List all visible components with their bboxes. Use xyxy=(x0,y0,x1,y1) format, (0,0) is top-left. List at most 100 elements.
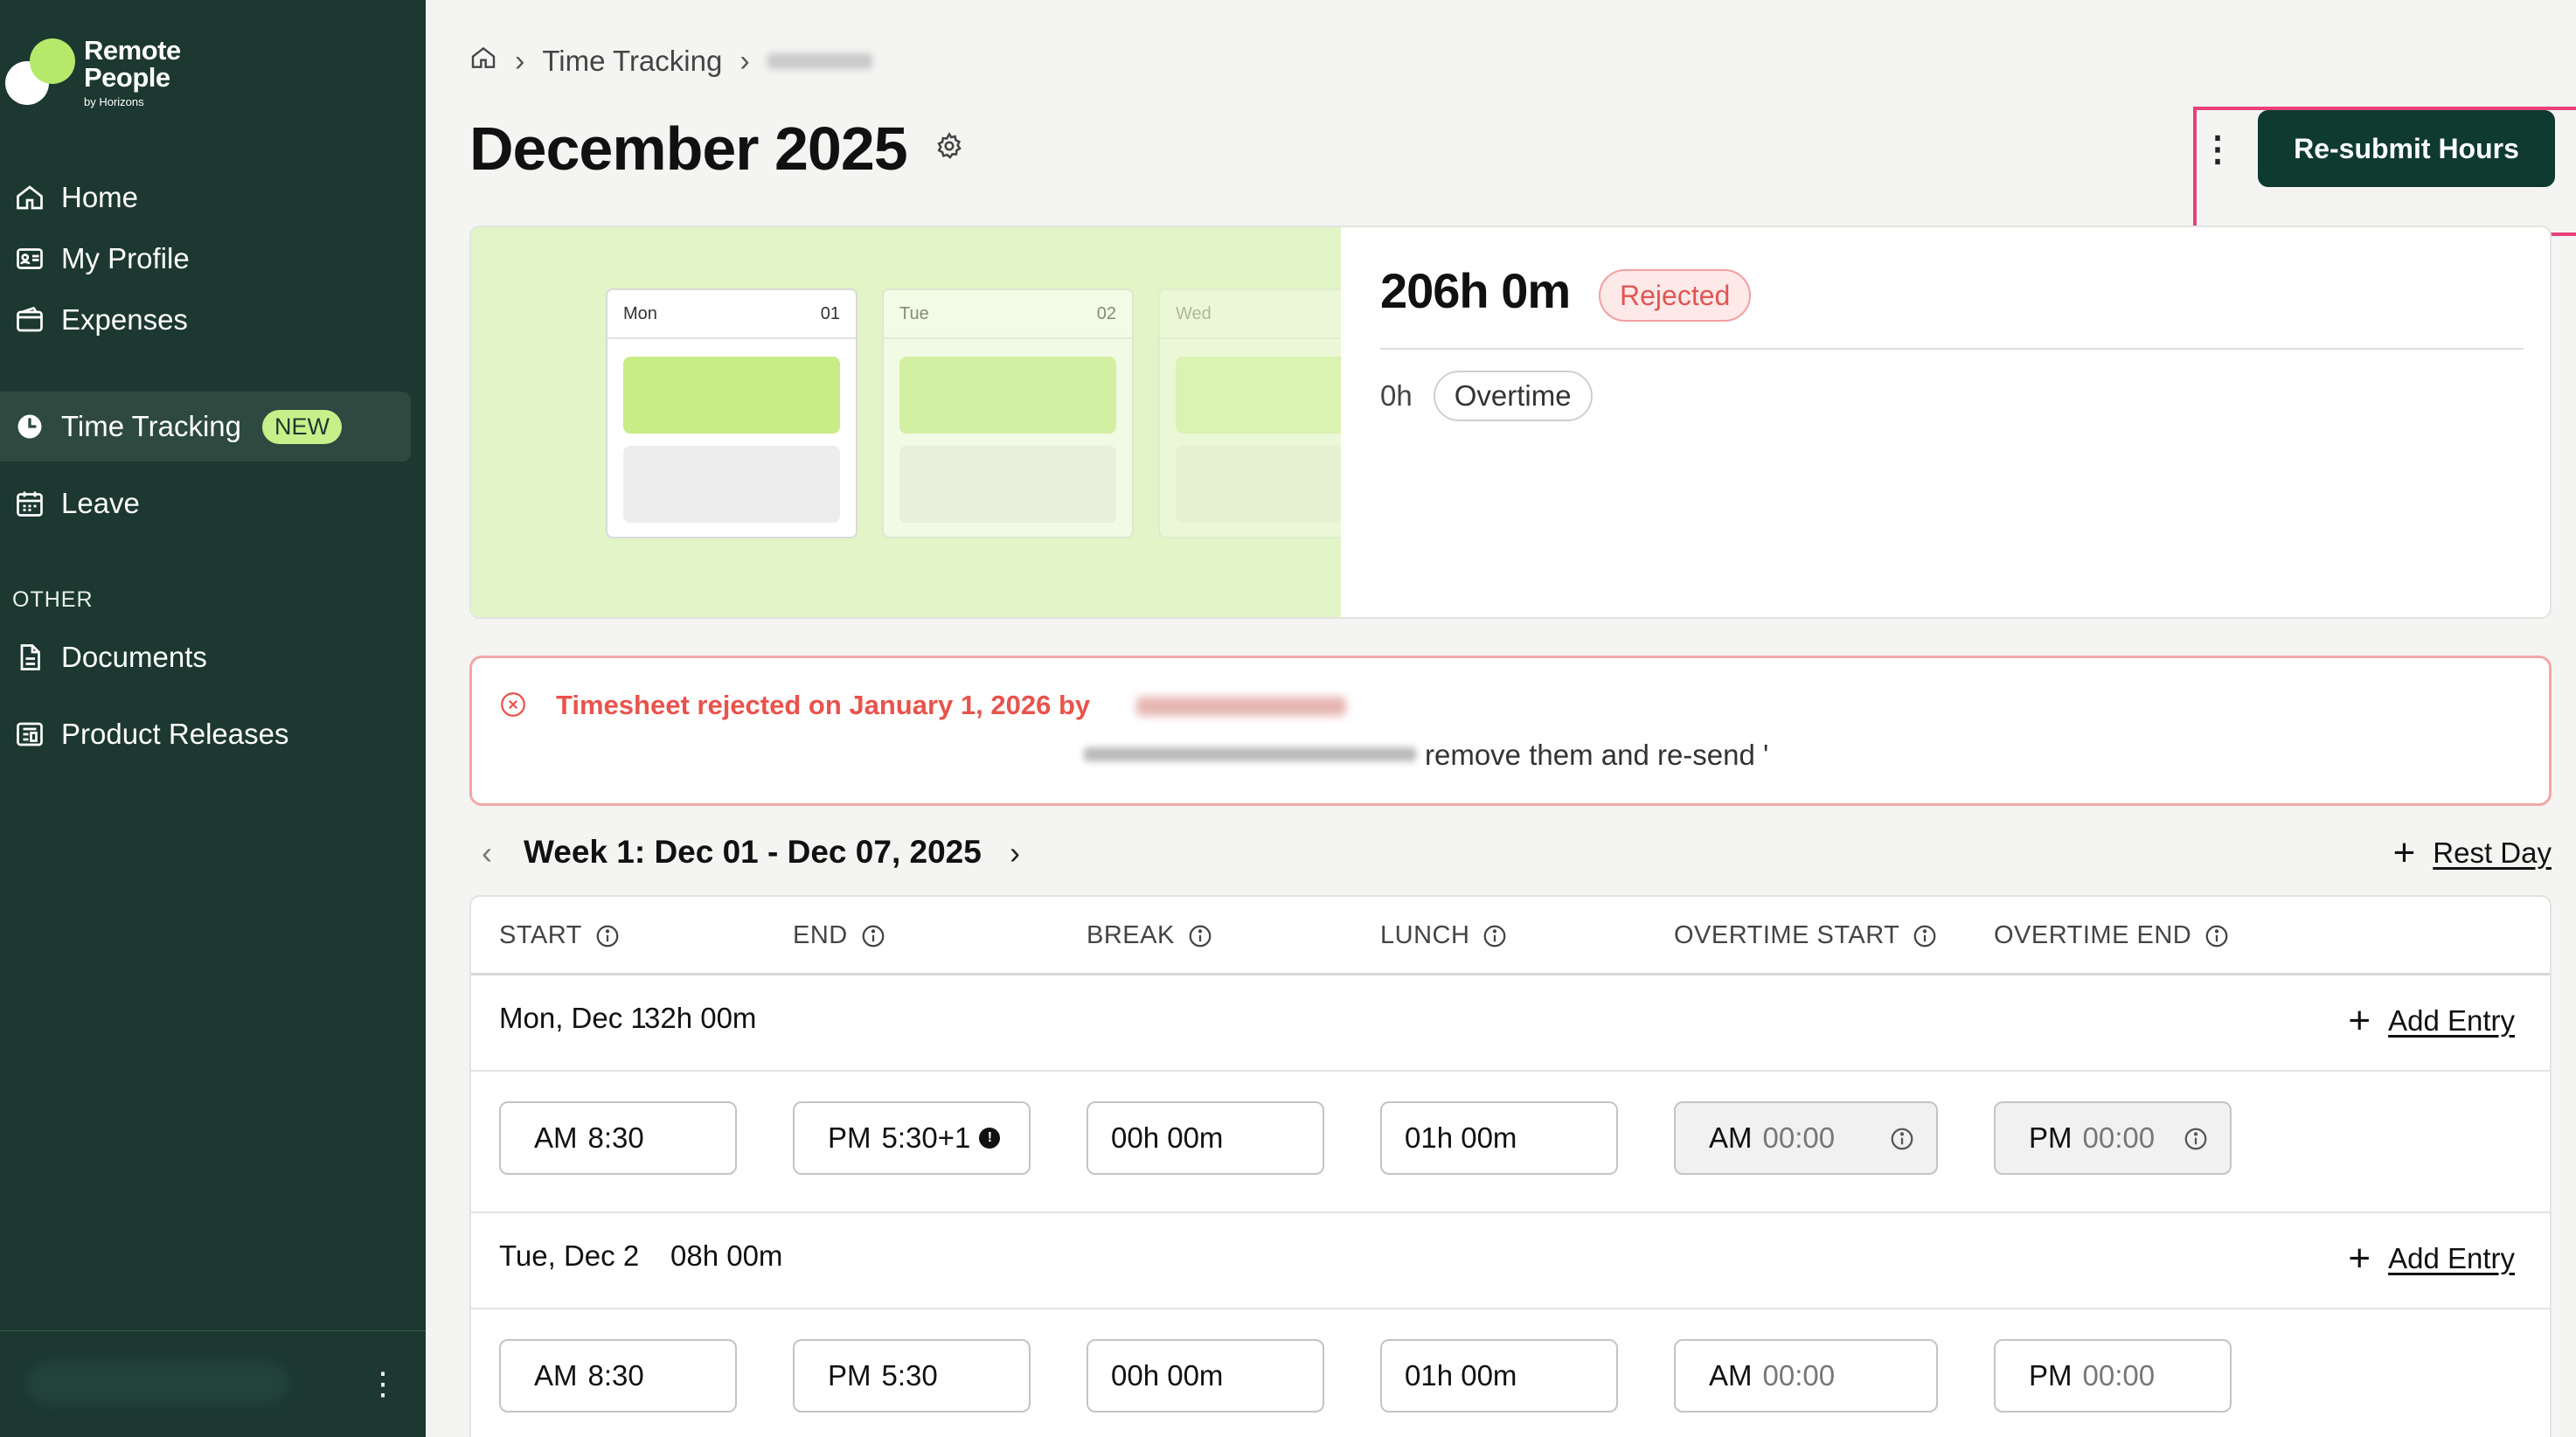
home-icon xyxy=(14,182,45,213)
table-row: AM 8:30 PM 5:30 00h 00m 01h 00m AM 00:00 PM… xyxy=(471,1309,2550,1437)
brand-line2: People xyxy=(84,62,170,93)
home-breadcrumb-icon[interactable] xyxy=(469,44,497,79)
start-time-field[interactable]: AM 8:30 xyxy=(499,1339,737,1413)
sidebar-item-label: My Profile xyxy=(61,242,190,274)
end-time-field[interactable]: PM 5:30+1 xyxy=(793,1101,1031,1175)
day-row-header: Tue, Dec 2 08h 00m + Add Entry xyxy=(471,1213,2550,1309)
more-options-icon[interactable]: ⋮ xyxy=(2200,132,2235,168)
brand-logo[interactable]: Remote People by Horizons xyxy=(5,33,181,108)
day-total: 08h 00m xyxy=(670,1239,783,1272)
day-label: Mon, Dec 1 xyxy=(499,1002,647,1034)
section-label-other: OTHER xyxy=(12,587,94,612)
sidebar-item-home[interactable]: Home xyxy=(0,163,411,233)
releases-icon xyxy=(14,718,45,750)
week-preview-illustration: Mon 01 Tue 02 Wed xyxy=(471,227,1341,617)
overtime-end-field[interactable]: PM 00:00 xyxy=(1994,1339,2232,1413)
sidebar-item-my-profile[interactable]: My Profile xyxy=(0,224,411,294)
page-title: December 2025 xyxy=(469,115,908,183)
overtime-row: 0h Overtime xyxy=(1380,371,1593,421)
overtime-end-field[interactable]: PM 00:00 xyxy=(1994,1101,2232,1175)
column-header-start: START xyxy=(499,921,621,950)
alert-message: remove them and re-send ' xyxy=(1425,739,1769,771)
info-icon[interactable] xyxy=(1889,1126,1915,1152)
wallet-icon xyxy=(14,304,45,336)
column-header-overtime-start: OVERTIME START xyxy=(1674,921,1938,950)
table-row: AM8:30 PM5:30+1 00h 00m 01h 00m AM00:00 … xyxy=(471,1072,2550,1213)
day-row-header: Mon, Dec 1 32h 00m + Add Entry xyxy=(471,975,2550,1072)
sidebar-item-documents[interactable]: Documents xyxy=(0,622,411,692)
column-header-end: END xyxy=(793,921,886,950)
gear-icon[interactable] xyxy=(934,131,964,161)
sidebar: Remote People by Horizons Home My Profil… xyxy=(0,0,426,1437)
rejection-alert: Timesheet rejected on January 1, 2026 by… xyxy=(469,656,2552,806)
preview-day-card: Tue 02 xyxy=(882,288,1134,538)
info-icon[interactable] xyxy=(1187,923,1213,949)
lunch-field[interactable]: 01h 00m xyxy=(1380,1339,1618,1413)
add-entry-button[interactable]: + Add Entry xyxy=(2348,1239,2515,1278)
document-icon xyxy=(14,642,45,673)
breadcrumb: › Time Tracking › xyxy=(469,44,872,79)
clock-icon xyxy=(14,411,45,442)
column-header-overtime-end: OVERTIME END xyxy=(1994,921,2230,950)
user-account-footer[interactable]: ⋮ xyxy=(0,1330,426,1437)
column-header-lunch: LUNCH xyxy=(1380,921,1508,950)
info-icon[interactable] xyxy=(860,923,886,949)
plus-icon: + xyxy=(2348,999,2371,1042)
sidebar-item-leave[interactable]: Leave xyxy=(0,469,411,538)
warning-dot-icon[interactable] xyxy=(979,1128,1001,1149)
status-badge: Rejected xyxy=(1599,269,1752,322)
sidebar-item-label: Documents xyxy=(61,641,207,673)
calendar-icon xyxy=(14,488,45,519)
alert-title: Timesheet rejected on January 1, 2026 by xyxy=(556,690,1091,720)
user-account-redacted xyxy=(26,1361,288,1405)
day-total: 32h 00m xyxy=(644,1002,757,1034)
chevron-right-icon: › xyxy=(739,44,750,78)
rejected-by-redacted xyxy=(1136,697,1346,716)
sidebar-item-label: Home xyxy=(61,181,139,213)
sidebar-item-label: Time Tracking xyxy=(61,410,241,442)
start-time-field[interactable]: AM 8:30 xyxy=(499,1101,737,1175)
time-entries-table: START END BREAK LUNCH OVERTIME START OVE… xyxy=(469,895,2552,1437)
info-icon[interactable] xyxy=(2204,923,2230,949)
info-icon[interactable] xyxy=(1912,923,1938,949)
sidebar-item-product-releases[interactable]: Product Releases xyxy=(0,699,411,769)
rest-day-button[interactable]: + Rest Day xyxy=(2393,834,2552,872)
sidebar-item-expenses[interactable]: Expenses xyxy=(0,285,411,355)
timesheet-summary-card: Mon 01 Tue 02 Wed 206h 0m Rejected 0h Over… xyxy=(469,226,2552,619)
overtime-value: 0h xyxy=(1380,379,1413,412)
info-icon[interactable] xyxy=(594,923,621,949)
summary-info: 206h 0m Rejected 0h Overtime xyxy=(1380,262,2524,421)
column-header-break: BREAK xyxy=(1087,921,1213,950)
breadcrumb-redacted xyxy=(767,53,872,69)
chevron-right-icon[interactable]: › xyxy=(997,834,1032,872)
sidebar-item-label: Expenses xyxy=(61,303,188,336)
brand-line1: Remote xyxy=(84,35,181,66)
plus-icon: + xyxy=(2392,831,2416,874)
rest-day-label: Rest Day xyxy=(2433,837,2552,869)
sidebar-item-time-tracking[interactable]: Time Tracking NEW xyxy=(0,392,411,462)
overtime-pill: Overtime xyxy=(1433,371,1593,421)
overtime-start-field[interactable]: AM 00:00 xyxy=(1674,1339,1938,1413)
overtime-start-field[interactable]: AM 00:00 xyxy=(1674,1101,1938,1175)
add-entry-button[interactable]: + Add Entry xyxy=(2348,1002,2515,1040)
plus-icon: + xyxy=(2348,1237,2371,1280)
info-icon[interactable] xyxy=(2183,1126,2209,1152)
break-field[interactable]: 00h 00m xyxy=(1087,1101,1324,1175)
id-card-icon xyxy=(14,243,45,274)
total-hours: 206h 0m xyxy=(1380,263,1571,318)
breadcrumb-time-tracking[interactable]: Time Tracking xyxy=(542,45,722,78)
info-icon[interactable] xyxy=(1482,923,1508,949)
resubmit-hours-button[interactable]: Re-submit Hours xyxy=(2258,110,2555,187)
preview-day-card: Mon 01 xyxy=(606,288,858,538)
sidebar-item-label: Product Releases xyxy=(61,718,289,750)
sidebar-item-label: Leave xyxy=(61,487,140,519)
more-vertical-icon[interactable]: ⋮ xyxy=(367,1364,399,1403)
divider xyxy=(1380,348,2524,350)
break-field[interactable]: 00h 00m xyxy=(1087,1339,1324,1413)
table-header: START END BREAK LUNCH OVERTIME START OVE… xyxy=(471,897,2550,975)
lunch-field[interactable]: 01h 00m xyxy=(1380,1101,1618,1175)
end-time-field[interactable]: PM 5:30 xyxy=(793,1339,1031,1413)
day-label: Tue, Dec 2 xyxy=(499,1239,640,1272)
x-circle-icon xyxy=(498,690,528,719)
chevron-left-icon[interactable]: ‹ xyxy=(469,834,504,872)
